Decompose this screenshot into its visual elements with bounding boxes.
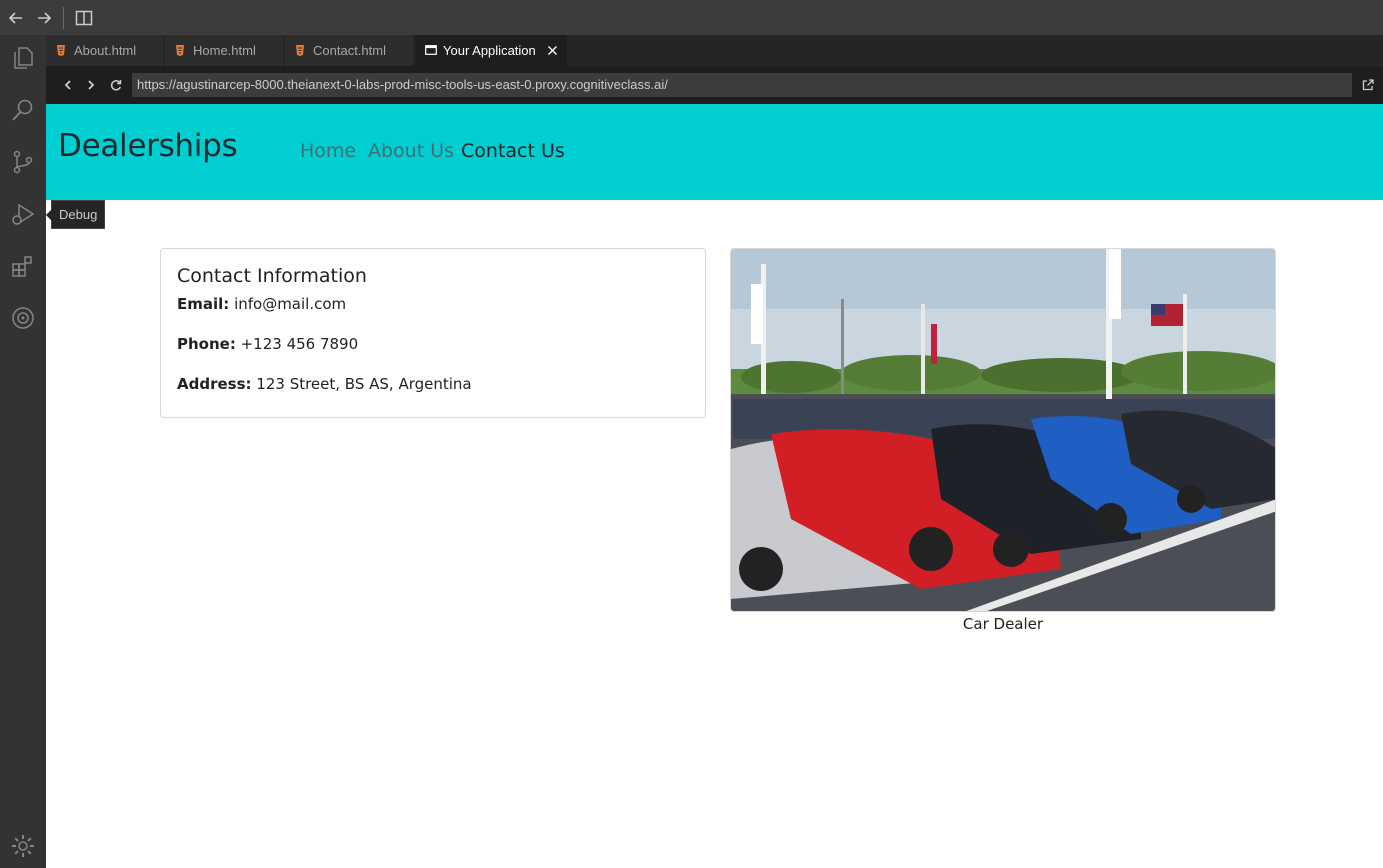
email-label: Email: xyxy=(177,295,230,313)
chevron-right-icon[interactable] xyxy=(84,78,98,92)
html-file-icon xyxy=(57,45,65,56)
phone-value: +123 456 7890 xyxy=(240,335,359,353)
title-separator xyxy=(63,7,64,29)
activity-bar xyxy=(0,35,46,868)
open-external-icon[interactable] xyxy=(1361,78,1375,92)
tab-label: Contact.html xyxy=(313,43,386,58)
tab-label: Your Application xyxy=(443,43,536,58)
explorer-icon[interactable] xyxy=(9,44,37,72)
email-line: Email: info@mail.com xyxy=(177,295,689,313)
chevron-left-icon[interactable] xyxy=(61,78,75,92)
phone-label: Phone: xyxy=(177,335,236,353)
back-arrow-icon[interactable] xyxy=(6,8,26,28)
contact-card: Contact Information Email: info@mail.com… xyxy=(160,248,706,418)
tab-label: About.html xyxy=(74,43,137,58)
contact-card-title: Contact Information xyxy=(177,265,367,287)
run-debug-icon[interactable] xyxy=(9,200,37,228)
image-caption: Car Dealer xyxy=(962,615,1044,633)
extensions-icon[interactable] xyxy=(9,252,37,280)
title-bar xyxy=(0,0,1383,35)
browser-window-icon xyxy=(425,45,437,55)
address-value: 123 Street, BS AS, Argentina xyxy=(256,375,472,393)
address-label: Address: xyxy=(177,375,252,393)
site-navbar: Dealerships Home About Us Contact Us xyxy=(46,104,1383,200)
search-icon[interactable] xyxy=(9,96,37,124)
tab-your-application[interactable]: Your Application xyxy=(415,35,568,66)
source-control-icon[interactable] xyxy=(9,148,37,176)
tab-label: Home.html xyxy=(193,43,256,58)
phone-line: Phone: +123 456 7890 xyxy=(177,335,689,353)
html-file-icon xyxy=(176,45,184,56)
nav-link-about[interactable]: About Us xyxy=(368,140,454,162)
forward-arrow-icon[interactable] xyxy=(34,8,54,28)
car-dealer-image xyxy=(730,248,1276,612)
refresh-icon[interactable] xyxy=(109,78,123,92)
app-viewport: Dealerships Home About Us Contact Us Con… xyxy=(46,104,1383,868)
tab-home-html[interactable]: Home.html xyxy=(165,35,284,66)
debug-tooltip: Debug xyxy=(45,200,106,229)
close-icon[interactable] xyxy=(546,44,559,57)
email-value: info@mail.com xyxy=(234,295,347,313)
nav-link-home[interactable]: Home xyxy=(300,140,356,162)
html-file-icon xyxy=(296,45,304,56)
settings-gear-icon[interactable] xyxy=(9,832,37,860)
tab-about-html[interactable]: About.html xyxy=(46,35,164,66)
brand-title[interactable]: Dealerships xyxy=(58,128,238,164)
url-input[interactable] xyxy=(132,73,1352,97)
tab-contact-html[interactable]: Contact.html xyxy=(285,35,414,66)
preview-toolbar xyxy=(46,66,1383,104)
nav-link-contact[interactable]: Contact Us xyxy=(461,140,565,162)
editor-tabs: About.html Home.html Contact.html Your A… xyxy=(46,35,1383,66)
toggle-panel-icon[interactable] xyxy=(74,8,94,28)
skills-network-icon[interactable] xyxy=(9,304,37,332)
address-line: Address: 123 Street, BS AS, Argentina xyxy=(177,375,689,393)
